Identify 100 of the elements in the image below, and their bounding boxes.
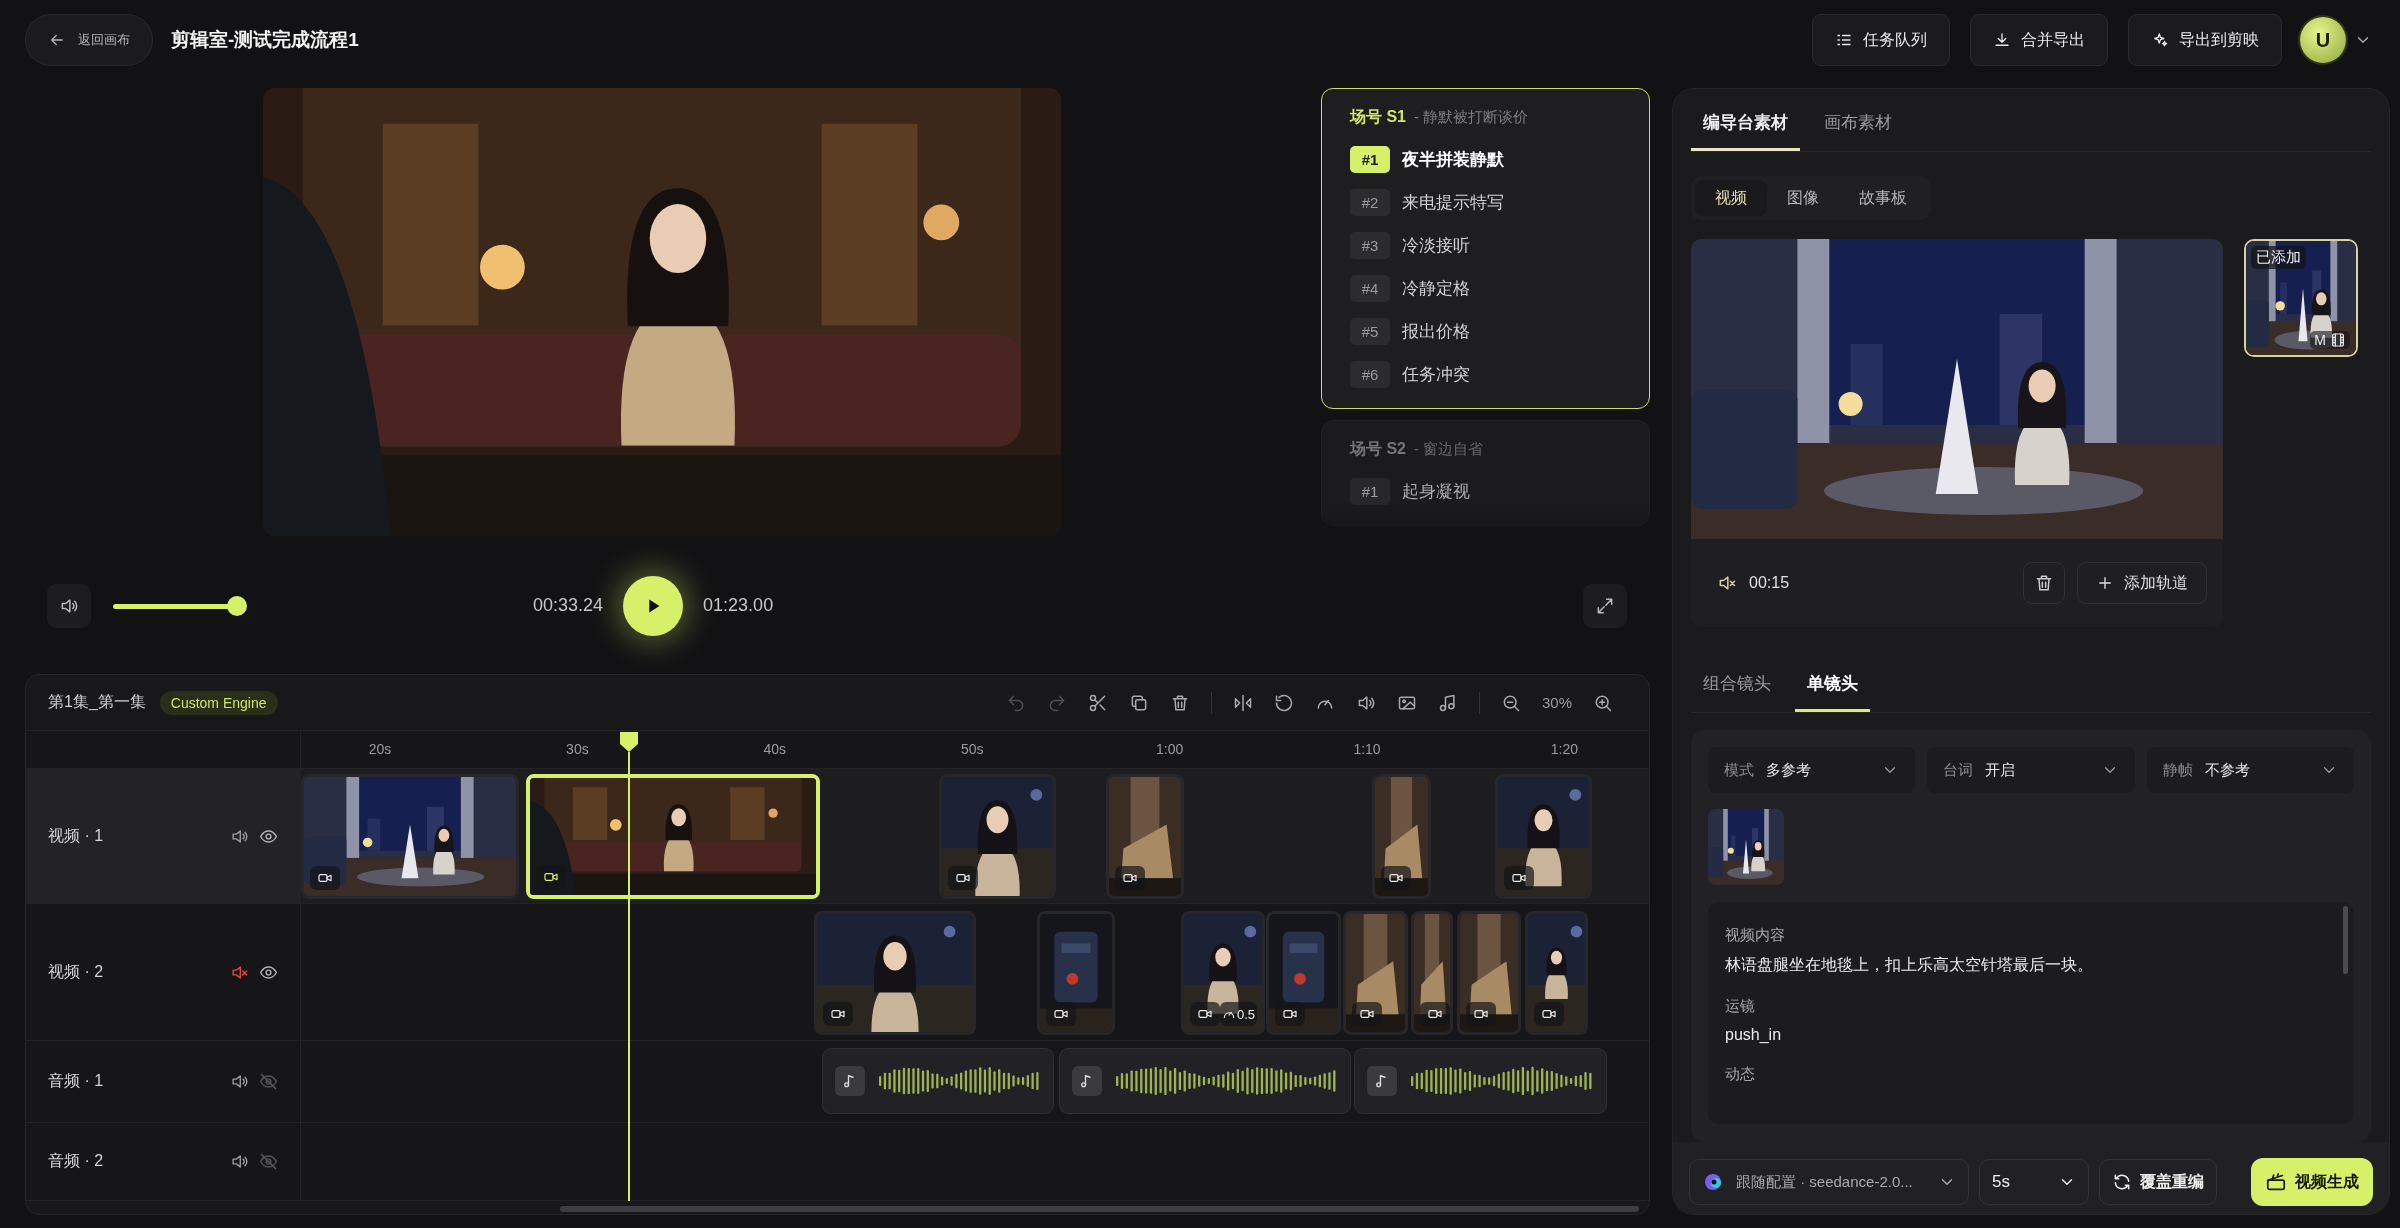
scene-card[interactable]: 场号 S2 - 窗边自省 #1 起身凝视 [1321, 420, 1650, 526]
shot-title[interactable]: 起身凝视 [1402, 480, 1470, 503]
dropdown[interactable]: 台词 开启 [1927, 747, 2135, 793]
scene-number: 场号 S2 [1350, 439, 1406, 459]
field-label: 视频内容 [1725, 926, 1786, 945]
track-header[interactable]: 视频 · 2 [26, 904, 301, 1040]
model-dropdown[interactable]: 跟随配置 · seedance-2.0... [1689, 1159, 1969, 1205]
project-title: 剪辑室-测试完成流程1 [171, 28, 359, 52]
scene-card[interactable]: 场号 S1 - 静默被打断谈价 #1 夜半拼装静默 #2 来电提示特写 #3 冷淡接听 #4 冷静定格 #5 报出价格 #6 任务冲突 [1321, 88, 1650, 409]
speaker-icon[interactable] [230, 1152, 249, 1171]
engine-tag: Custom Engine [159, 690, 278, 715]
field-value: 林语盘腿坐在地毯上，扣上乐高太空针塔最后一块。 [1725, 955, 2094, 975]
track-name: 音频 · 2 [48, 1151, 105, 1171]
track-name: 音频 · 1 [48, 1071, 105, 1091]
clapper-icon [2265, 1171, 2287, 1193]
playhead-handle[interactable] [619, 731, 639, 753]
toolbar-button[interactable]: 合并导出 [1970, 14, 2108, 66]
track-header[interactable]: 音频 · 1 [26, 1041, 301, 1122]
video-clip[interactable]: 0.5 [1181, 911, 1265, 1035]
track-name: 视频 · 1 [48, 825, 105, 846]
shot-title[interactable]: 任务冲突 [1402, 363, 1470, 386]
music-note-icon [835, 1066, 865, 1096]
asset-thumbnail[interactable]: 已添加 M [2244, 239, 2358, 357]
fullscreen-button[interactable] [1583, 583, 1627, 628]
shot-title[interactable]: 报出价格 [1402, 320, 1470, 343]
time-ruler[interactable]: 20s 30s 40s 50s 1:00 1:10 1:20 [301, 731, 1649, 768]
ruler-label: 20s [368, 741, 392, 757]
field-label: 动态 [1725, 1065, 1756, 1084]
toolbar-button[interactable]: 导出到剪映 [2128, 14, 2282, 66]
add-track-button[interactable]: 添加轨道 [2077, 562, 2207, 604]
sparkle-icon [2151, 31, 2169, 49]
ruler-label: 1:10 [1353, 741, 1381, 757]
dropdown[interactable]: 模式 多参考 [1708, 747, 1916, 793]
toolbar-button[interactable]: 任务队列 [1812, 14, 1950, 66]
duration-dropdown[interactable]: 5s [1979, 1159, 2089, 1205]
music-note-icon [1072, 1066, 1102, 1096]
shot-title[interactable]: 来电提示特写 [1402, 191, 1504, 214]
user-avatar[interactable]: U [2300, 17, 2346, 63]
filter-tab[interactable]: 图像 [1767, 180, 1839, 216]
shot-number: #3 [1350, 232, 1390, 259]
download-icon [1993, 31, 2011, 49]
volume-handle[interactable] [227, 595, 247, 616]
music-note-icon [1367, 1066, 1397, 1096]
shot-title[interactable]: 冷淡接听 [1402, 234, 1470, 257]
shot-number: #1 [1350, 478, 1390, 505]
eye-off-icon[interactable] [259, 1072, 278, 1091]
delete-button[interactable] [2023, 562, 2065, 604]
filter-tab[interactable]: 故事板 [1839, 180, 1927, 216]
shot-title[interactable]: 冷静定格 [1402, 277, 1470, 300]
split-icon[interactable] [1232, 692, 1253, 713]
dropdown[interactable]: 静帧 不参考 [2146, 747, 2354, 793]
audio-clip[interactable] [1354, 1048, 1607, 1114]
ruler-label: 1:00 [1155, 741, 1184, 757]
film-icon [2330, 332, 2346, 348]
scene-title: - 静默被打断谈价 [1414, 108, 1529, 127]
rotate-icon[interactable] [1273, 692, 1294, 713]
audio-clip[interactable] [1059, 1048, 1351, 1114]
shot-number: #5 [1350, 318, 1390, 345]
scrollbar[interactable] [2343, 906, 2348, 974]
scene-title: - 窗边自省 [1414, 440, 1484, 459]
play-button[interactable] [623, 575, 684, 636]
track-header[interactable]: 音频 · 2 [26, 1123, 301, 1200]
ruler-label: 50s [960, 741, 984, 757]
shot-number: #6 [1350, 361, 1390, 388]
music-icon[interactable] [1437, 692, 1458, 713]
speed-value: 0.5 [1237, 1006, 1256, 1022]
field-label: 运镜 [1725, 997, 1756, 1016]
track-header[interactable]: 视频 · 1 [26, 769, 301, 903]
rewrite-button[interactable]: 覆盖重编 [2099, 1159, 2217, 1205]
tab[interactable]: 画布素材 [1812, 111, 1904, 151]
episode-title: 第1集_第一集 [48, 692, 146, 712]
refresh-icon [2112, 1172, 2132, 1192]
scrollbar[interactable] [560, 1206, 1639, 1212]
back-button[interactable]: 返回画布 [25, 14, 153, 66]
track-name: 视频 · 2 [48, 961, 105, 982]
shot-number: #2 [1350, 189, 1390, 216]
audio-clip[interactable] [822, 1048, 1054, 1114]
generate-button[interactable]: 视频生成 [2251, 1158, 2373, 1206]
eye-off-icon[interactable] [259, 1152, 278, 1171]
scene-number: 场号 S1 [1350, 107, 1406, 127]
shot-number: #4 [1350, 275, 1390, 302]
volume-button[interactable] [47, 583, 91, 628]
scissors-icon[interactable] [1087, 692, 1108, 713]
thumbnail-label: M [2314, 332, 2326, 348]
speaker-icon[interactable] [230, 1072, 249, 1091]
ruler-label: 1:20 [1550, 741, 1578, 757]
tab[interactable]: 编导台素材 [1691, 111, 1800, 151]
clip-duration: 00:15 [1749, 574, 1791, 592]
shot-title[interactable]: 夜半拼装静默 [1402, 148, 1504, 171]
trash-icon [2034, 573, 2054, 593]
total-time: 01:23.00 [703, 595, 774, 616]
zoom-level: 30% [1541, 694, 1572, 711]
added-tag: 已添加 [2251, 246, 2306, 269]
tab[interactable]: 组合镜头 [1691, 672, 1783, 712]
field-value: push_in [1725, 1026, 1783, 1044]
ruler-label: 30s [566, 741, 589, 757]
filter-tab[interactable]: 视频 [1695, 180, 1767, 216]
tab[interactable]: 单镜头 [1795, 672, 1870, 712]
ruler-label: 40s [763, 741, 787, 757]
current-time: 00:33.24 [533, 595, 604, 616]
